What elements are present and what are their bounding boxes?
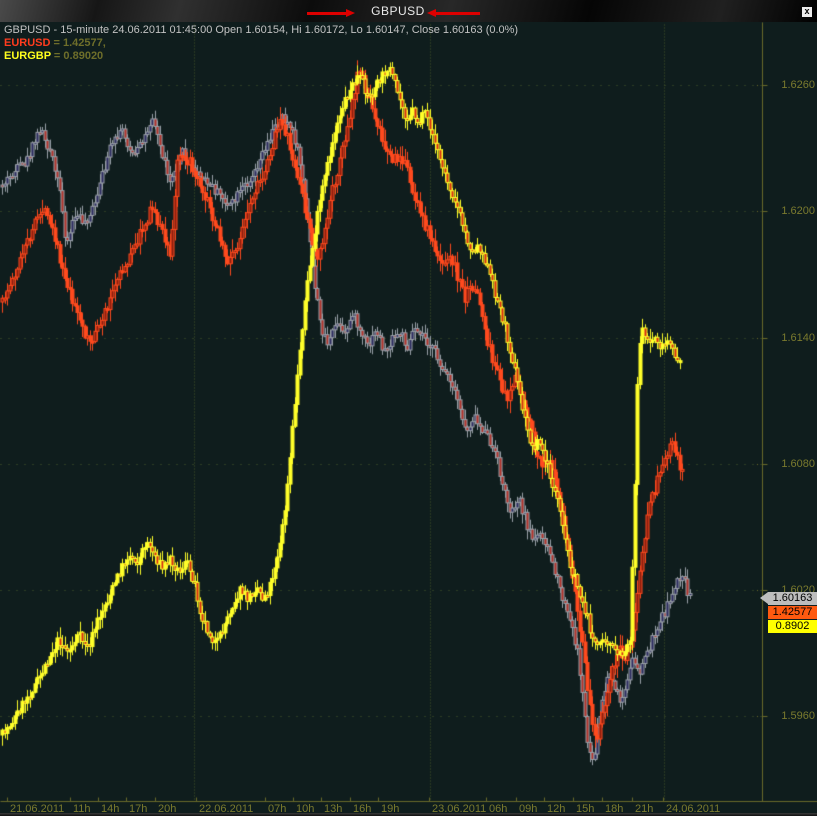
price-tag: 1.42577 [768,606,817,619]
arrow-shaft [436,12,480,15]
y-axis-label: 1.6260 [781,79,815,91]
price-tag: 0.8902 [768,620,817,633]
ohlc-info-line: GBPUSD - 15-minute 24.06.2011 01:45:00 O… [4,24,519,36]
chart-plot-area[interactable] [0,22,817,816]
symbol-value: = 1.42577, [50,37,106,49]
title-bar[interactable]: GBPUSD x [0,0,817,22]
price-tag: 1.60163 [760,592,817,605]
y-axis-label: 1.5960 [781,710,815,722]
tag-arrow-icon [760,592,768,604]
y-axis-label: 1.6200 [781,205,815,217]
symbol-value: = 0.89020 [50,50,104,62]
y-axis-label: 1.6140 [781,332,815,344]
arrow-head-left-icon [427,9,436,17]
chart-window: GBPUSD x GBPUSD - 15-minute 24.06.2011 0… [0,0,817,816]
y-axis-label: 1.6080 [781,458,815,470]
symbol-name: EURUSD [4,37,51,49]
window-title: GBPUSD [371,4,425,18]
legend-row-eurgbp: EURGBP = 0.89020 [4,50,103,62]
legend-row-eurusd: EURUSD = 1.42577, [4,37,106,49]
close-icon[interactable]: x [802,7,812,17]
right-annotation-arrow [427,9,480,18]
symbol-name: EURGBP [4,50,51,62]
